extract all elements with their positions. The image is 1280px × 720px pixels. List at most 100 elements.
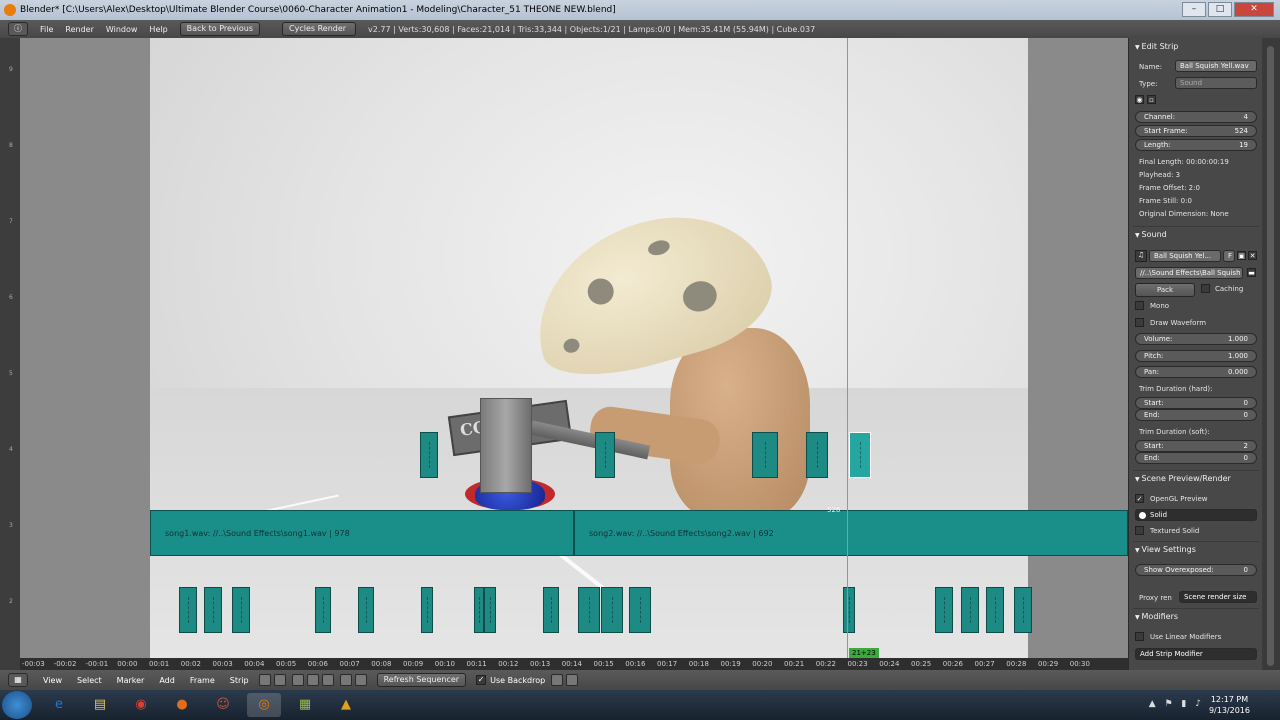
menu-help[interactable]: Help — [149, 25, 167, 34]
system-tray[interactable]: ▲ ⚑ ▮ ♪ — [1149, 699, 1204, 709]
trim-soft-start-field[interactable]: Start: 2 — [1135, 440, 1257, 452]
overlay-icon[interactable] — [354, 674, 367, 686]
sound-strip[interactable] — [629, 587, 651, 633]
volume-field[interactable]: Volume: 1.000 — [1135, 333, 1257, 345]
opengl-preview-checkbox[interactable]: ✓ — [1135, 494, 1144, 503]
view-type-icon[interactable] — [258, 674, 271, 686]
show-overexposed-field[interactable]: Show Overexposed: 0 — [1135, 564, 1257, 576]
sound-datablock-icon[interactable]: ♫ — [1135, 250, 1147, 262]
sound-strip[interactable] — [843, 587, 855, 633]
menu-frame[interactable]: Frame — [190, 676, 215, 685]
sound-strip[interactable] — [986, 587, 1004, 633]
sound-datablock-field[interactable]: Ball Squish Yel... — [1149, 250, 1221, 262]
chrome-icon[interactable]: ◉ — [124, 693, 158, 717]
use-linear-modifiers-checkbox[interactable] — [1135, 632, 1144, 641]
menu-view[interactable]: View — [43, 676, 62, 685]
trim-soft-end-field[interactable]: End: 0 — [1135, 452, 1257, 464]
pitch-field[interactable]: Pitch: 1.000 — [1135, 350, 1257, 362]
edit-strip-header[interactable]: Edit Strip — [1135, 42, 1179, 51]
add-strip-modifier-select[interactable]: Add Strip Modifier — [1135, 648, 1257, 660]
sequencer-viewport[interactable]: CON song1.wav: //..\Sound Effects\song1.… — [20, 38, 1128, 660]
caching-checkbox[interactable] — [1201, 284, 1210, 293]
sound-strip[interactable] — [806, 432, 828, 478]
properties-scrollbar[interactable] — [1262, 38, 1280, 670]
strip-type-select[interactable]: Sound — [1175, 77, 1257, 89]
sound-strip[interactable] — [543, 587, 559, 633]
lock-toggle-icon[interactable]: ▫ — [1147, 95, 1156, 104]
time-ruler[interactable]: -00:03 -00:02 -00:01 00:00 00:01 00:02 00:03 00… — [20, 658, 1128, 670]
proxy-render-select[interactable]: Scene render size — [1179, 591, 1257, 603]
back-to-previous-button[interactable]: Back to Previous — [179, 22, 261, 36]
sound-header[interactable]: Sound — [1135, 230, 1167, 239]
sound-strip[interactable] — [601, 587, 623, 633]
draw-waveform-checkbox[interactable] — [1135, 318, 1144, 327]
new-datablock-icon[interactable]: ▣ — [1237, 251, 1246, 260]
view-settings-header[interactable]: View Settings — [1135, 545, 1196, 554]
refresh-sequencer-button[interactable]: Refresh Sequencer — [376, 673, 467, 687]
sound-strip[interactable] — [421, 587, 433, 633]
playhead-line[interactable] — [847, 38, 848, 660]
ie-icon[interactable]: e — [42, 693, 76, 717]
firefox-icon[interactable]: ● — [165, 693, 199, 717]
lock-app-icon[interactable]: ▲ — [329, 693, 363, 717]
sound-strip[interactable] — [315, 587, 331, 633]
trim-hard-end-field[interactable]: End: 0 — [1135, 409, 1257, 421]
blender-icon[interactable]: ◎ — [247, 693, 281, 717]
strip-name-field[interactable]: Ball Squish Yell.wav — [1175, 60, 1257, 72]
shading-select[interactable]: Solid — [1135, 509, 1257, 521]
display-mode-icon[interactable] — [291, 674, 304, 686]
textured-solid-checkbox[interactable] — [1135, 526, 1144, 535]
channel-icon[interactable] — [306, 674, 319, 686]
sound-strip[interactable] — [179, 587, 197, 633]
minimize-button[interactable]: – — [1182, 2, 1206, 17]
backdrop-zoom-icon[interactable] — [566, 674, 579, 686]
sound-strip[interactable] — [935, 587, 953, 633]
sound-strip[interactable] — [232, 587, 250, 633]
sound-strip-selected[interactable] — [849, 432, 871, 478]
menu-marker[interactable]: Marker — [117, 676, 145, 685]
length-field[interactable]: Length: 19 — [1135, 139, 1257, 151]
sound-strip[interactable] — [420, 432, 438, 478]
fake-user-button[interactable]: F — [1223, 250, 1235, 262]
trim-hard-start-field[interactable]: Start: 0 — [1135, 397, 1257, 409]
pan-field[interactable]: Pan: 0.000 — [1135, 366, 1257, 378]
start-button[interactable] — [2, 691, 32, 719]
scene-preview-header[interactable]: Scene Preview/Render — [1135, 474, 1231, 483]
menu-strip[interactable]: Strip — [230, 676, 249, 685]
menu-window[interactable]: Window — [106, 25, 138, 34]
song1-strip[interactable]: song1.wav: //..\Sound Effects\song1.wav … — [150, 510, 574, 556]
channel-field[interactable]: Channel: 4 — [1135, 111, 1257, 123]
sound-strip[interactable] — [961, 587, 979, 633]
sound-strip[interactable] — [1014, 587, 1032, 633]
menu-select[interactable]: Select — [77, 676, 102, 685]
lock-icon[interactable] — [273, 674, 286, 686]
sound-strip[interactable] — [358, 587, 374, 633]
menu-file[interactable]: File — [40, 25, 53, 34]
sound-strip[interactable] — [484, 587, 496, 633]
mono-checkbox[interactable] — [1135, 301, 1144, 310]
menu-add[interactable]: Add — [159, 676, 175, 685]
maximize-button[interactable]: □ — [1208, 2, 1232, 17]
menu-render[interactable]: Render — [65, 25, 93, 34]
start-frame-field[interactable]: Start Frame: 524 — [1135, 125, 1257, 137]
pack-button[interactable]: Pack — [1135, 283, 1195, 297]
modifiers-header[interactable]: Modifiers — [1135, 612, 1179, 621]
notes-icon[interactable]: ▦ — [288, 693, 322, 717]
sound-strip[interactable] — [204, 587, 222, 633]
sound-strip[interactable] — [578, 587, 600, 633]
explorer-icon[interactable]: ▤ — [83, 693, 117, 717]
waveform-icon[interactable] — [321, 674, 334, 686]
proxy-icon[interactable] — [339, 674, 352, 686]
sound-strip[interactable] — [474, 587, 484, 633]
song2-strip[interactable]: song2.wav: //..\Sound Effects\song2.wav … — [574, 510, 1128, 556]
scrollbar-thumb[interactable] — [1267, 46, 1274, 666]
taskbar-clock[interactable]: 12:17 PM 9/13/2016 — [1209, 694, 1250, 716]
unlink-icon[interactable]: ✕ — [1248, 251, 1257, 260]
user-app-icon[interactable]: ☺ — [206, 693, 240, 717]
render-engine-select[interactable]: Cycles Render — [282, 22, 357, 36]
sound-strip[interactable] — [752, 432, 778, 478]
editor-type-icon[interactable]: ▦ — [8, 673, 28, 687]
folder-icon[interactable]: ▬ — [1247, 268, 1256, 277]
mute-toggle-icon[interactable]: ◉ — [1135, 95, 1144, 104]
backdrop-view-icon[interactable] — [551, 674, 564, 686]
